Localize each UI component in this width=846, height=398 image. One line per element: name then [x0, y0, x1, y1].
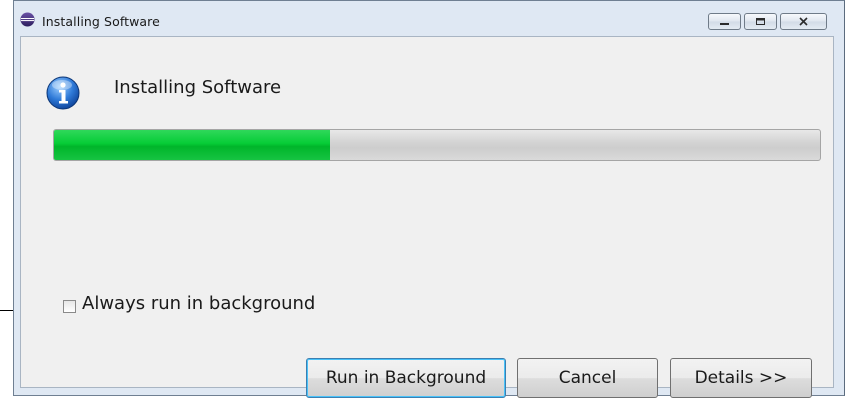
progress-fill [54, 130, 330, 160]
title-bar: Installing Software [14, 1, 844, 33]
page-title: Installing Software [114, 77, 282, 98]
always-run-in-background-label[interactable]: Always run in background [82, 293, 315, 314]
dialog-content: Installing Software Always run in backgr… [20, 36, 834, 398]
progress-bar [53, 129, 821, 161]
window-title: Installing Software [42, 14, 160, 29]
always-run-in-background-checkbox[interactable] [63, 300, 76, 313]
maximize-icon [756, 18, 765, 25]
cancel-button[interactable]: Cancel [517, 358, 658, 398]
background-line [0, 310, 14, 311]
details-button[interactable]: Details >> [670, 358, 812, 398]
maximize-button[interactable] [744, 13, 777, 30]
minimize-icon [720, 22, 729, 25]
close-button[interactable] [780, 13, 827, 30]
run-in-background-button[interactable]: Run in Background [306, 358, 506, 398]
info-icon [46, 76, 80, 110]
minimize-button[interactable] [708, 13, 741, 30]
installing-software-dialog: Installing Software Installing Software … [13, 0, 845, 398]
close-icon [799, 17, 808, 26]
eclipse-icon [20, 12, 35, 27]
